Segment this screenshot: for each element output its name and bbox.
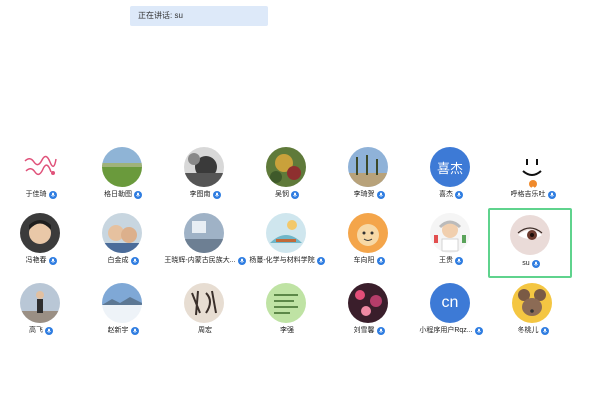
participant-name: 吴悯 (275, 191, 289, 198)
participant-name: 小程序用户Rqz... (419, 327, 473, 334)
child-portrait-avatar (20, 213, 60, 253)
mic-badge-icon (455, 257, 463, 265)
mic-badge-icon (134, 191, 142, 199)
user-status-icon (529, 180, 537, 192)
participant-name: 呼格吉乐吐 (510, 191, 546, 198)
participant-name: 于佳琦 (25, 191, 47, 198)
mic-badge-icon (376, 257, 385, 265)
participant-name: 周宏 (198, 327, 212, 334)
mouse-cartoon-avatar (512, 283, 552, 323)
participant-name: 李图南 (189, 191, 211, 198)
green-handwriting-avatar (266, 283, 306, 323)
eye-closeup-avatar (510, 215, 550, 255)
participant-tile-active[interactable]: su (488, 208, 572, 278)
participant-name: 赵新宇 (107, 327, 129, 334)
mic-badge-icon (48, 257, 57, 265)
participant-grid: 于佳琦 格日勒图 李图南 吴悯 李琦贺 喜杰 喜杰 呼格吉乐吐 冯艳春 白金成 … (0, 0, 600, 400)
mic-badge-icon (455, 191, 463, 199)
participant-name: 高飞 (29, 327, 43, 334)
monochrome-portrait-avatar (184, 147, 224, 187)
handwritten-text-avatar (20, 147, 60, 187)
mic-badge-icon (45, 327, 53, 335)
landscape-avatar (102, 147, 142, 187)
flower-photo-avatar (266, 147, 306, 187)
participant-name: 王晓辉-内蒙古民族大... (164, 257, 236, 264)
mic-badge-icon (540, 327, 549, 335)
participant-name: 刘雪馨 (353, 327, 375, 334)
participant-name: 杨蔓-化学与材料学院 (249, 257, 315, 264)
mic-badge-icon (291, 191, 299, 199)
mic-badge-icon (130, 257, 139, 265)
mic-badge-icon (212, 191, 221, 199)
illustration-avatar (266, 213, 306, 253)
kids-photo-avatar (102, 213, 142, 253)
mic-badge-icon (48, 191, 57, 199)
participant-name: su (522, 260, 530, 267)
bokeh-photo-avatar (348, 283, 388, 323)
trees-photo-avatar (348, 147, 388, 187)
mic-badge-icon (130, 327, 139, 335)
participant-tile[interactable]: 冬桃儿 (492, 280, 574, 342)
person-outdoor-avatar (20, 283, 60, 323)
avatar-text: cn (441, 294, 459, 311)
text-avatar: cn (430, 283, 470, 323)
participant-name: 车向阳 (353, 257, 375, 264)
participant-name: 冬桃儿 (517, 327, 539, 334)
scientist-cartoon-avatar (430, 213, 470, 253)
participant-name: 格日勒图 (104, 191, 132, 198)
mic-badge-icon (547, 191, 556, 199)
avatar-text: 喜杰 (436, 160, 463, 176)
participant-name: 冯艳春 (25, 257, 47, 264)
cartoon-avatar (348, 213, 388, 253)
mic-badge-icon (531, 260, 540, 268)
participant-name: 白金成 (107, 257, 129, 264)
mic-badge-icon (376, 327, 385, 335)
participant-name: 喜杰 (439, 191, 453, 198)
room-photo-avatar (184, 213, 224, 253)
participant-tile[interactable]: 呼格吉乐吐 (492, 144, 574, 206)
participant-name: 李琦贺 (353, 191, 375, 198)
text-avatar: 喜杰 (430, 147, 470, 187)
winter-lake-avatar (102, 283, 142, 323)
calligraphy-avatar (184, 283, 224, 323)
participant-name: 李强 (280, 327, 294, 334)
participant-name: 王贵 (439, 257, 453, 264)
mic-badge-icon (376, 191, 385, 199)
